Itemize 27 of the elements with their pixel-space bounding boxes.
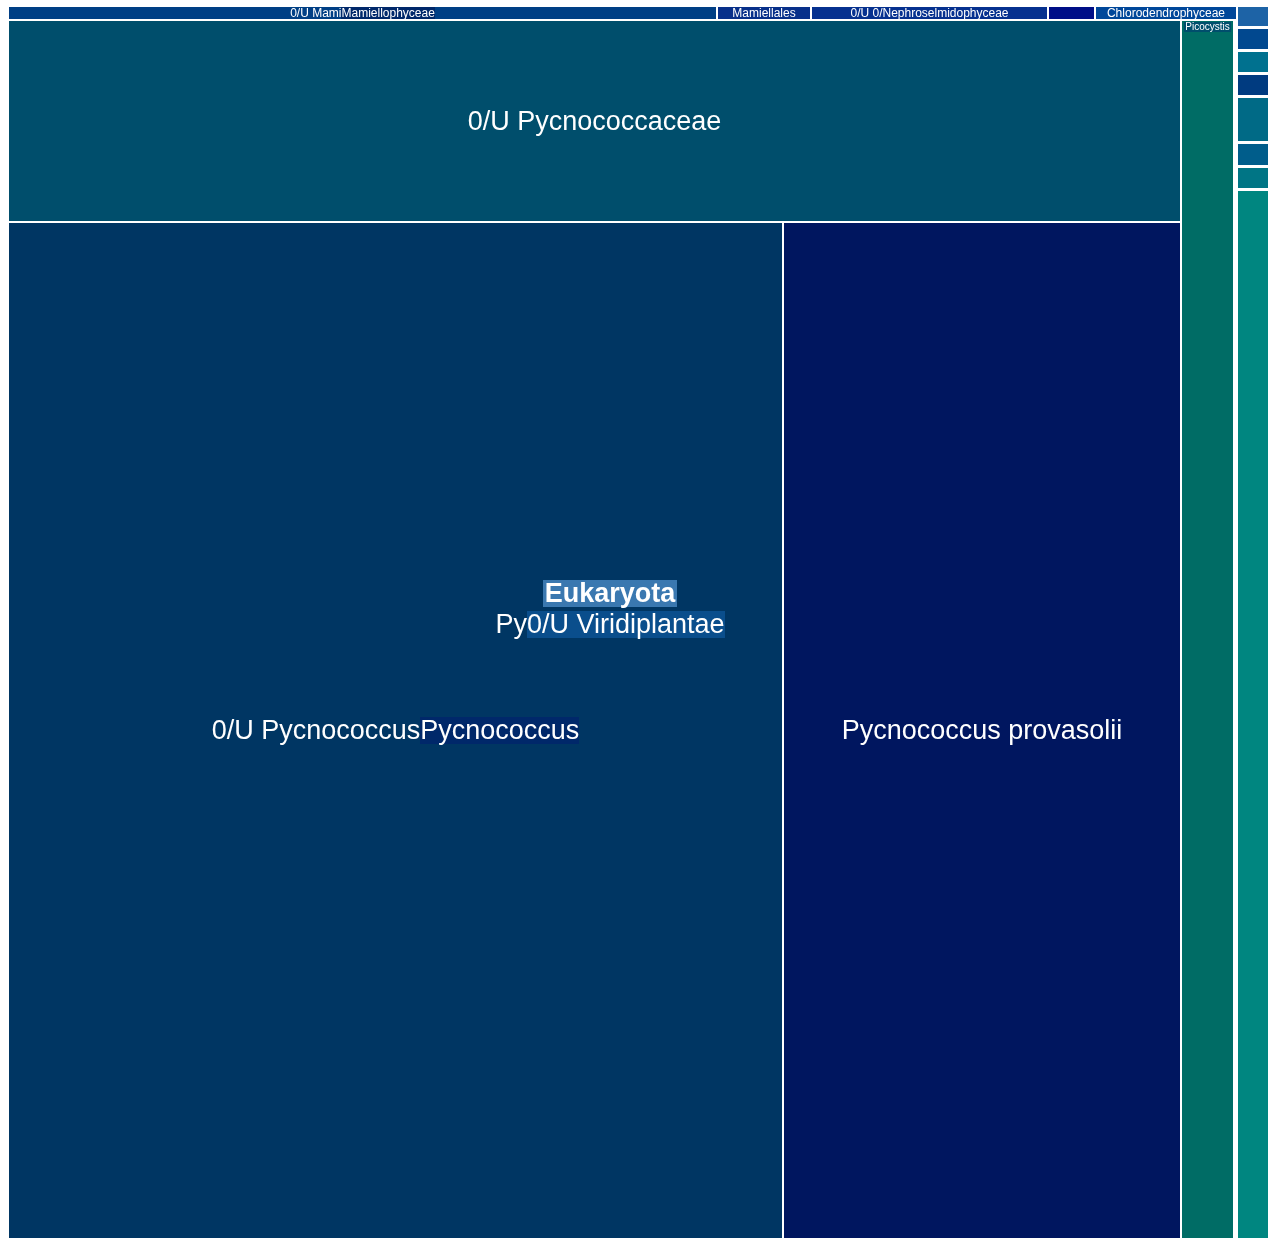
treemap-tile[interactable] bbox=[1049, 7, 1094, 19]
treemap-tile[interactable] bbox=[1238, 144, 1268, 165]
node-label: Eukaryota bbox=[542, 580, 678, 607]
tile-label: Picocystis bbox=[1184, 22, 1231, 32]
node-label: 0/U Viridiplantae bbox=[526, 611, 725, 638]
treemap-tile[interactable]: Mamiellales bbox=[718, 7, 810, 19]
tile-label: 0/U 0/Nephroselmidophyceae bbox=[850, 7, 1009, 19]
tile-label: 0/U Mami bbox=[290, 7, 342, 19]
tile-label: 0/U Pycnococcaceae bbox=[467, 107, 722, 135]
tile-label: Mamiellales bbox=[732, 7, 796, 19]
treemap-tile[interactable]: 0/U MamiMamiellophyceae bbox=[9, 7, 716, 19]
treemap-tile[interactable] bbox=[1238, 7, 1268, 26]
treemap-tile[interactable] bbox=[1238, 75, 1268, 95]
treemap-tile[interactable]: 0/U Pycnococcaceae bbox=[9, 21, 1180, 221]
tile-label: Pycnococcus bbox=[420, 717, 580, 744]
treemap-tile[interactable]: 0/U 0/Nephroselmidophyceae bbox=[812, 7, 1047, 19]
treemap-tile[interactable] bbox=[1238, 29, 1268, 49]
tile-label: Pycnococcus provasolii bbox=[841, 717, 1123, 744]
node-label: Py bbox=[495, 611, 527, 638]
treemap-tile[interactable] bbox=[1238, 191, 1268, 1238]
treemap-tile[interactable] bbox=[1238, 168, 1268, 188]
treemap-tile[interactable]: Picocystis bbox=[1182, 21, 1233, 1238]
tile-label: Mamiellophyceae bbox=[341, 7, 435, 19]
tile-label: 0/U Pycnococcus bbox=[211, 717, 421, 744]
treemap-tile[interactable] bbox=[1238, 98, 1268, 141]
treemap-tile[interactable] bbox=[1238, 52, 1268, 72]
treemap-tile[interactable]: Pycnococcus provasolii bbox=[784, 223, 1180, 1238]
